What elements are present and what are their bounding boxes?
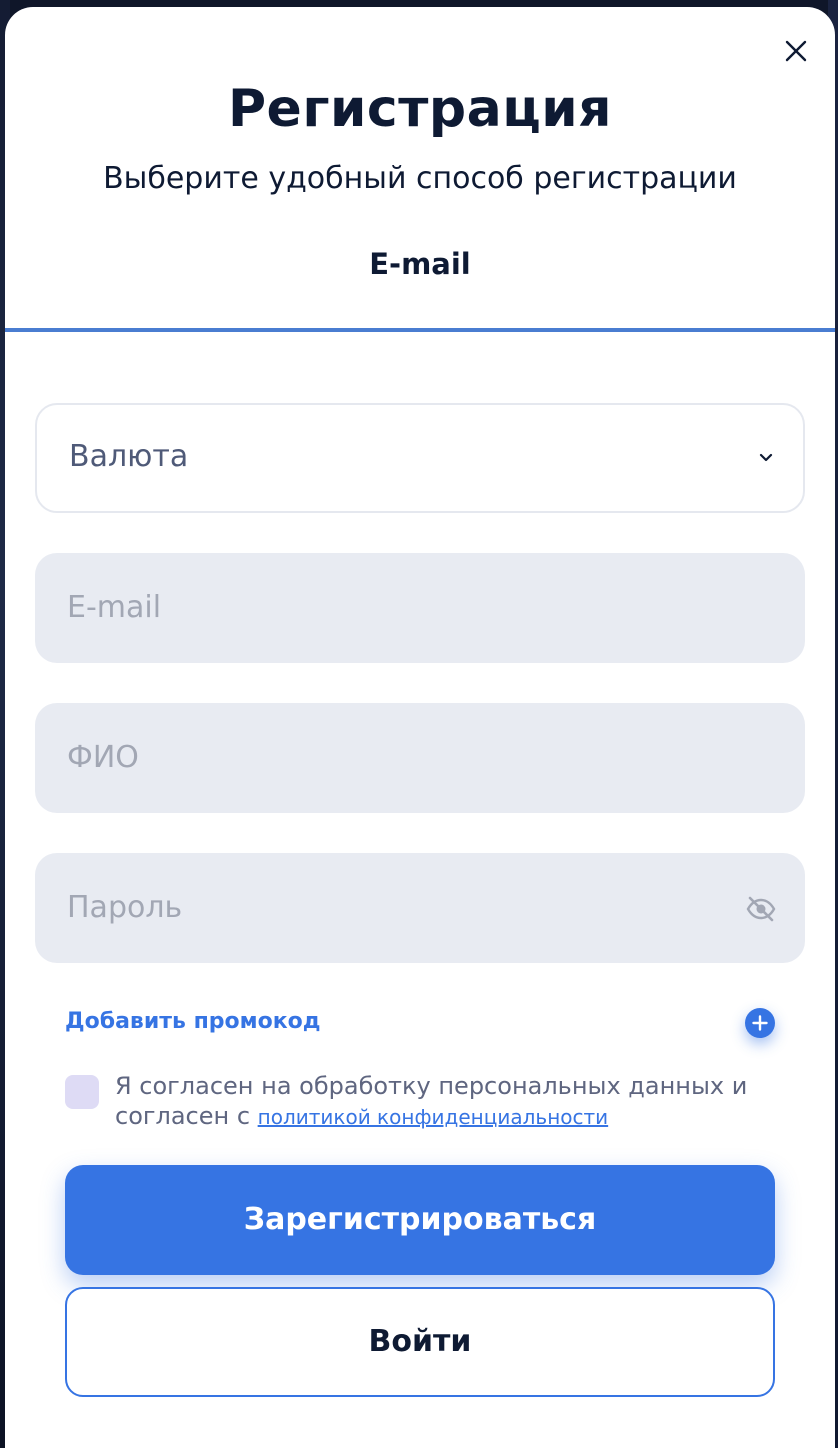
consent-checkbox[interactable] [65, 1075, 99, 1109]
close-icon [785, 40, 807, 62]
register-button[interactable]: Зарегистрироваться [65, 1165, 775, 1275]
modal-subtitle: Выберите удобный способ регистрации [103, 161, 737, 196]
currency-select-label: Валюта [69, 439, 189, 474]
name-field[interactable]: ФИО [35, 703, 805, 813]
registration-modal: Регистрация Выберите удобный способ реги… [5, 7, 835, 1448]
tab-email[interactable]: E-mail [5, 247, 835, 281]
tab-underline [5, 328, 835, 332]
eye-off-icon[interactable] [745, 893, 777, 925]
plus-icon [752, 1015, 768, 1031]
email-field[interactable]: E-mail [35, 553, 805, 663]
email-field-placeholder: E-mail [67, 590, 162, 625]
close-button[interactable] [780, 35, 812, 67]
name-field-placeholder: ФИО [67, 740, 139, 775]
add-promocode-button[interactable] [745, 1008, 775, 1038]
password-field-placeholder: Пароль [67, 890, 183, 925]
currency-select[interactable]: Валюта [35, 403, 805, 513]
consent-text: Я согласен на обработку персональных дан… [115, 1071, 775, 1132]
password-field[interactable]: Пароль [35, 853, 805, 963]
add-promocode-link[interactable]: Добавить промокод [65, 1009, 321, 1034]
login-button[interactable]: Войти [65, 1287, 775, 1397]
chevron-down-icon [759, 453, 773, 462]
modal-title: Регистрация [227, 79, 613, 139]
privacy-policy-link[interactable]: политикой конфиденциальности [258, 1105, 609, 1129]
